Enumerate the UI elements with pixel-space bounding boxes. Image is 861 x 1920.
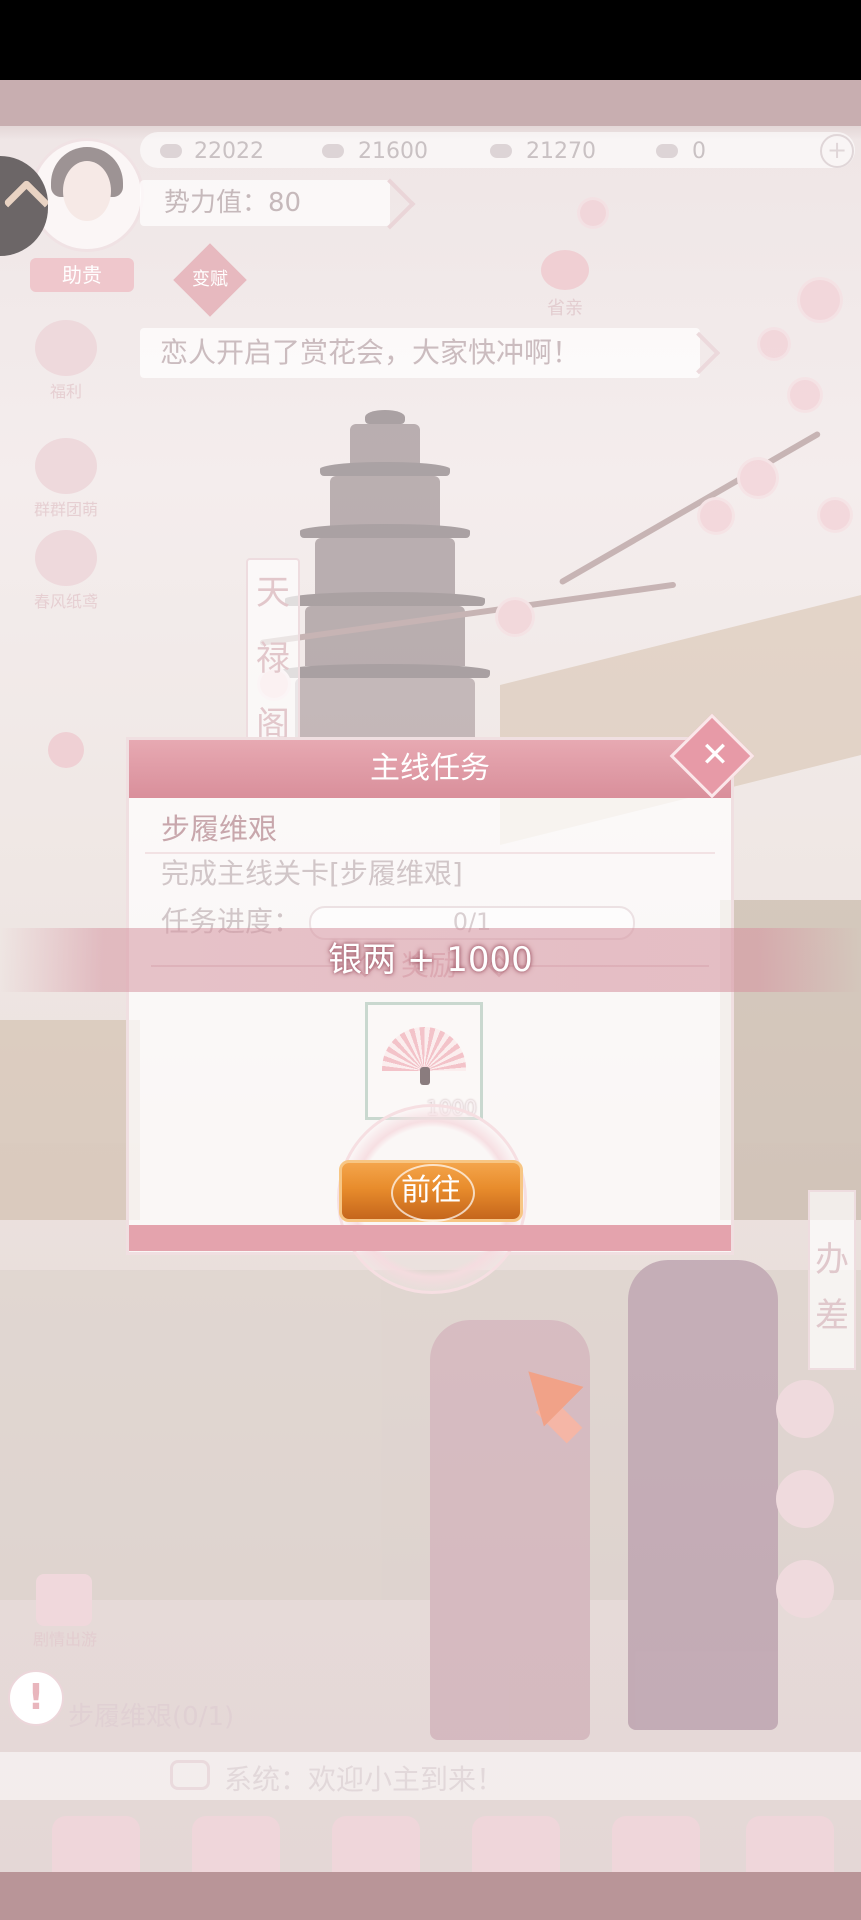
nav-item-main[interactable]: 主线: [176, 1800, 296, 1872]
ranking-icon: [746, 1816, 834, 1872]
rank-label: 助贵: [30, 258, 134, 292]
reward-toast-text: 银两 + 1000: [328, 940, 533, 980]
game-view: 22022 21600 21270 0 + 助贵 势力值：80 变赋 省亲 恋人…: [0, 80, 861, 1872]
seal-label: 变赋: [192, 269, 228, 290]
outing-label: 剧情出游: [32, 1630, 97, 1649]
lantern-icon: [541, 250, 589, 290]
power-value[interactable]: 势力值：80: [140, 180, 390, 226]
quest-tracker[interactable]: 步履维艰(0/1): [68, 1696, 234, 1733]
group-icon: [35, 438, 97, 494]
heart-icon[interactable]: [48, 732, 84, 768]
palace-gate-icon: [52, 1816, 140, 1872]
fan-handle: [420, 1067, 430, 1085]
announcement-marquee[interactable]: 恋人开启了赏花会，大家快冲啊！: [140, 328, 700, 378]
chat-bubble-icon: [170, 1760, 210, 1790]
partner-icon: [332, 1816, 420, 1872]
errand-sign[interactable]: 办差: [808, 1190, 856, 1370]
main-quest-dialog: 主线任务 ✕ 步履维艰 完成主线关卡[步履维艰] 任务进度： 0/1 奖励 10…: [126, 713, 755, 1294]
outing-button[interactable]: 剧情出游: [22, 1574, 108, 1654]
exclamation-icon[interactable]: !: [8, 1670, 64, 1726]
folding-fan-icon: [382, 1027, 466, 1071]
chest-icon: [472, 1816, 560, 1872]
side-item-group[interactable]: 群群团萌: [22, 438, 110, 520]
tianlu-pavilion-sign[interactable]: 天禄阁: [246, 558, 300, 766]
close-icon[interactable]: ✕: [698, 738, 732, 772]
scroll-icon: [612, 1816, 700, 1872]
chat-message: 系统：欢迎小主到来！: [224, 1763, 505, 1796]
settings-gear-icon[interactable]: [776, 1560, 834, 1618]
nav-item-partner[interactable]: 伙伴: [316, 1800, 436, 1872]
side-item-label: 群群团萌: [33, 500, 98, 519]
visit-home-button[interactable]: 省亲: [525, 250, 605, 322]
kite-icon: [35, 530, 97, 586]
quest-description: 完成主线关卡[步履维艰]: [161, 857, 463, 890]
nav-item-items[interactable]: 道具: [456, 1800, 576, 1872]
system-nav-bar: [0, 1872, 861, 1920]
bottom-nav: 巡宫 主线 伙伴 道具 任务 排行: [0, 1800, 861, 1872]
screen: 22022 21600 21270 0 + 助贵 势力值：80 变赋 省亲 恋人…: [0, 0, 861, 1920]
add-resource-button[interactable]: +: [820, 134, 854, 168]
gift-icon: [35, 320, 97, 376]
shop-icon[interactable]: [776, 1470, 834, 1528]
nav-item-ranking[interactable]: 排行: [730, 1800, 850, 1872]
side-item-kite[interactable]: 春风纸鸢: [22, 530, 110, 612]
chevron-left-icon: [3, 179, 50, 226]
gold-ingot-icon: [656, 144, 678, 158]
quest-name: 步履维艰: [161, 812, 278, 846]
book-icon: [36, 1574, 92, 1626]
status-bar: [0, 0, 861, 80]
goto-button-label[interactable]: 前往: [339, 1160, 523, 1222]
side-item-label: 福利: [49, 382, 82, 401]
dialog-footer: [129, 1225, 731, 1251]
resource-gems: 22022: [194, 139, 264, 164]
pagoda-illustration: [280, 410, 490, 770]
dialog-title: 主线任务: [370, 751, 490, 786]
chibi-character-icon[interactable]: [776, 1380, 834, 1438]
resource-silver: 21600: [358, 139, 428, 164]
visit-home-label: 省亲: [547, 298, 583, 319]
avatar-face: [63, 161, 111, 221]
side-item-label: 春风纸鸢: [33, 592, 98, 611]
silver-ingot-icon: [322, 144, 344, 158]
main-story-icon: [192, 1816, 280, 1872]
resource-brush: 21270: [526, 139, 596, 164]
nav-item-patrol[interactable]: 巡宫: [36, 1800, 156, 1872]
resource-gold: 0: [692, 139, 706, 164]
gem-icon: [160, 144, 182, 158]
side-item-welfare[interactable]: 福利: [22, 320, 110, 402]
reward-toast: 银两 + 1000: [0, 928, 861, 992]
brush-icon: [490, 144, 512, 158]
nav-item-tasks[interactable]: 任务: [596, 1800, 716, 1872]
